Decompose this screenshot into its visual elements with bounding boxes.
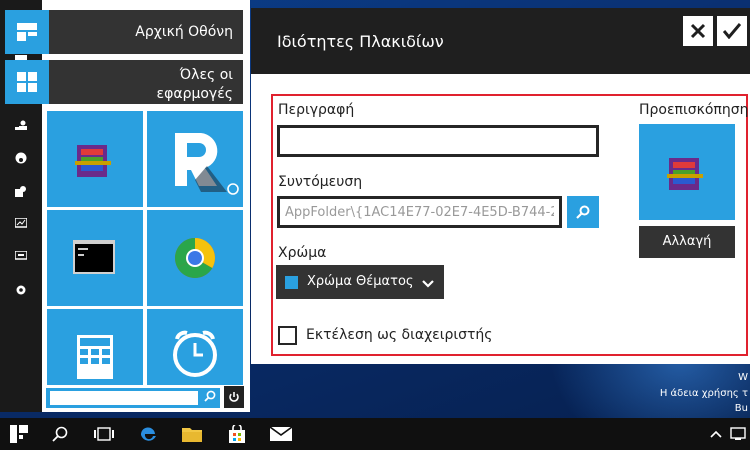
preview-label: Προεπισκόπηση <box>639 102 749 118</box>
gear-icon[interactable] <box>14 284 28 296</box>
task-view-button[interactable] <box>89 418 119 450</box>
color-selected-value: Χρώμα Θέματος <box>307 274 414 289</box>
run-as-admin-label: Εκτέλεση ως διαχειριστής <box>306 327 493 343</box>
search-icon <box>576 205 590 219</box>
mail-button[interactable] <box>266 418 296 450</box>
edge-icon <box>140 427 156 441</box>
color-label: Χρώμα <box>278 245 327 261</box>
shortcut-label: Συντόμευση <box>278 174 363 190</box>
users-icon[interactable] <box>14 120 28 132</box>
color-swatch <box>285 276 298 289</box>
folder-icon <box>182 428 202 442</box>
r-logo-icon <box>175 133 239 195</box>
browse-shortcut-button[interactable] <box>567 196 599 228</box>
calculator-icon <box>77 335 113 379</box>
all-apps-label: Όλες οι εφαρμογές <box>156 67 233 102</box>
winrar-icon <box>75 145 111 177</box>
dialog-title-bar: Ιδιότητες Πλακιδίων <box>251 8 750 74</box>
network-icon <box>730 427 746 440</box>
search-icon[interactable] <box>204 390 216 405</box>
home-screen-header[interactable]: Αρχική Οθόνη <box>5 10 243 54</box>
tile-command-prompt[interactable] <box>47 210 143 306</box>
shortcut-input[interactable] <box>280 199 559 225</box>
run-as-admin-checkbox[interactable] <box>278 326 297 345</box>
task-view-icon <box>94 427 114 441</box>
display-icon[interactable] <box>14 250 28 263</box>
color-dropdown[interactable]: Χρώμα Θέματος <box>276 265 444 299</box>
taskbar <box>0 418 750 450</box>
winrar-icon <box>667 158 703 190</box>
start-search-bar <box>46 388 220 408</box>
description-label: Περιγραφή <box>278 102 355 118</box>
network-button[interactable] <box>728 418 748 450</box>
checkmark-icon <box>722 23 742 40</box>
close-icon <box>690 23 706 39</box>
file-explorer-button[interactable] <box>177 418 207 450</box>
watermark-line-2: Η άδεια χρήσης τ <box>659 388 748 399</box>
tray-chevron-up[interactable] <box>706 418 726 450</box>
start-icon <box>10 425 28 443</box>
search-icon <box>52 426 68 442</box>
shortcut-field <box>277 196 562 228</box>
description-input[interactable] <box>280 128 596 154</box>
search-button[interactable] <box>45 418 75 450</box>
power-button[interactable] <box>224 386 244 408</box>
dialog-title: Ιδιότητες Πλακιδίων <box>277 32 444 51</box>
start-search-input[interactable] <box>50 391 198 405</box>
terminal-icon <box>73 240 115 274</box>
power-icon <box>229 392 239 402</box>
store-button[interactable] <box>222 418 252 450</box>
home-screen-label: Αρχική Οθόνη <box>135 24 233 40</box>
store-icon <box>229 423 245 443</box>
preview-tile <box>639 124 735 220</box>
edge-button[interactable] <box>133 418 163 450</box>
mail-icon <box>269 426 293 441</box>
palette-icon[interactable] <box>14 152 28 164</box>
home-screen-icon <box>5 10 49 54</box>
tile-calculator[interactable] <box>47 309 143 385</box>
all-apps-header[interactable]: Όλες οι εφαρμογές <box>5 60 243 104</box>
performance-icon[interactable] <box>14 217 28 230</box>
start-button[interactable] <box>4 418 34 450</box>
chevron-up-icon <box>710 430 722 438</box>
puzzle-icon[interactable] <box>14 185 28 197</box>
watermark-line-3: Bu <box>734 403 748 414</box>
chrome-icon <box>175 238 215 278</box>
tile-chrome[interactable] <box>147 210 243 306</box>
confirm-button[interactable] <box>717 16 747 46</box>
tile-winrar[interactable] <box>47 111 143 207</box>
watermark-line-1: W <box>738 372 748 383</box>
description-field <box>277 125 599 157</box>
close-button[interactable] <box>683 16 713 46</box>
tile-start-app[interactable] <box>147 111 243 207</box>
all-apps-icon <box>5 60 49 104</box>
alarm-clock-icon <box>173 330 217 377</box>
change-button[interactable]: Αλλαγή <box>639 226 735 258</box>
chevron-down-icon <box>422 271 434 293</box>
tile-alarms[interactable] <box>147 309 243 385</box>
